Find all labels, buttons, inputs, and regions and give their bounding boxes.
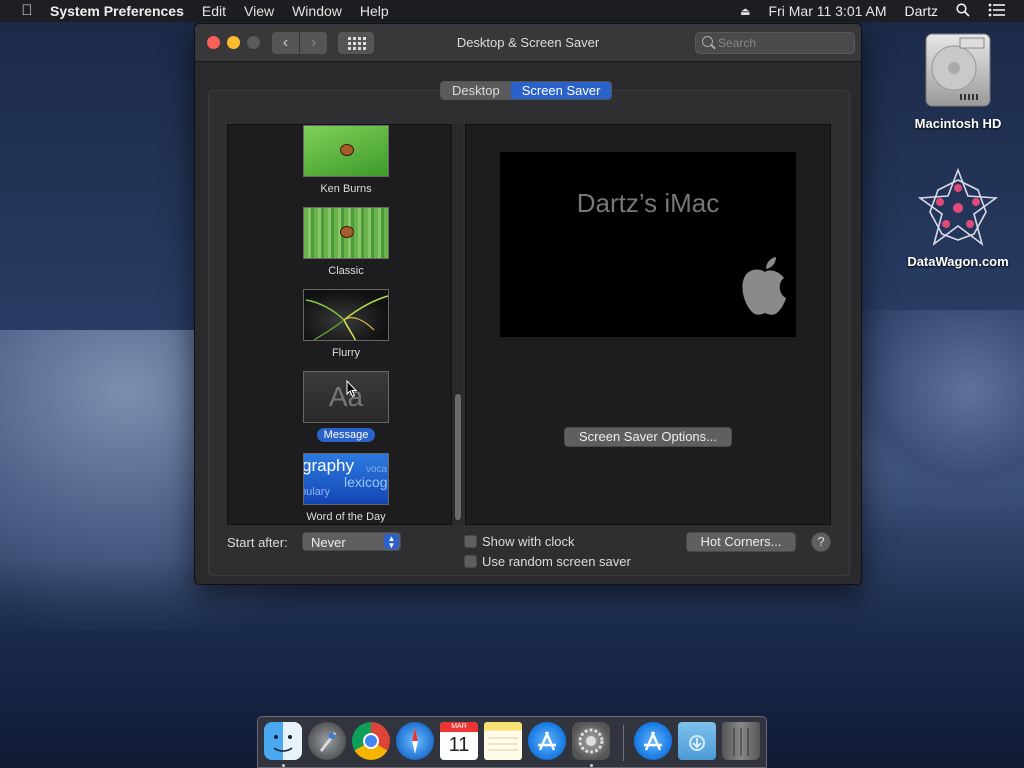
- app-store-icon[interactable]: [528, 722, 566, 760]
- app-store-download-icon[interactable]: [634, 722, 672, 760]
- calendar-day: 11: [448, 734, 470, 756]
- desktop-icon-label: Macintosh HD: [914, 116, 1002, 131]
- calendar-month: MAR: [440, 722, 478, 732]
- chevron-right-icon: ›: [310, 34, 317, 51]
- ken-burns-thumbnail: [303, 125, 389, 177]
- saver-label: Flurry: [331, 347, 361, 359]
- show-all-button[interactable]: [338, 32, 374, 54]
- close-button[interactable]: [207, 36, 220, 49]
- search-input[interactable]: [718, 35, 848, 51]
- hot-corners-button[interactable]: Hot Corners...: [686, 532, 796, 552]
- running-indicator: [590, 764, 593, 767]
- chrome-icon[interactable]: [352, 722, 390, 760]
- launchpad-icon[interactable]: [308, 722, 346, 760]
- preview-message: Dartz’s iMac: [576, 188, 720, 218]
- saver-item-word-of-the-day[interactable]: graphy lexicog bulary voca Word of the D…: [286, 453, 406, 524]
- user-menu[interactable]: Dartz: [905, 3, 938, 19]
- menu-window[interactable]: Window: [292, 3, 342, 19]
- screen-saver-preview: Dartz’s iMac: [500, 152, 796, 337]
- hard-drive-icon: [922, 30, 994, 110]
- minimize-button[interactable]: [227, 36, 240, 49]
- menu-help[interactable]: Help: [360, 3, 389, 19]
- mouse-pointer-icon: [346, 380, 358, 398]
- saver-item-classic[interactable]: Classic: [286, 207, 406, 279]
- start-after-select[interactable]: Never ▲ ▼: [302, 532, 401, 551]
- finder-icon[interactable]: [264, 722, 302, 760]
- geometric-star-icon: [916, 166, 1000, 250]
- saver-item-ken-burns[interactable]: Ken Burns: [286, 125, 406, 197]
- clock[interactable]: Fri Mar 11 3:01 AM: [769, 3, 887, 19]
- tab-control: Desktop Screen Saver: [440, 81, 613, 100]
- tab-screen-saver[interactable]: Screen Saver: [510, 82, 612, 99]
- menu-edit[interactable]: Edit: [202, 3, 226, 19]
- saver-label: Ken Burns: [320, 183, 372, 195]
- menu-bar:  System Preferences Edit View Window He…: [0, 0, 1024, 22]
- dock-separator: [623, 725, 624, 761]
- tab-desktop[interactable]: Desktop: [441, 82, 511, 99]
- classic-thumbnail: [303, 207, 389, 259]
- desktop-icon-label: DataWagon.com: [907, 254, 1009, 269]
- desktop-icon-macintosh-hd[interactable]: Macintosh HD: [898, 30, 1018, 131]
- notification-center-icon[interactable]: [988, 3, 1006, 20]
- eject-icon[interactable]: ⏏: [740, 5, 750, 18]
- list-scrollbar[interactable]: [451, 124, 463, 525]
- screen-saver-options-button[interactable]: Screen Saver Options...: [564, 427, 732, 447]
- window-title: Desktop & Screen Saver: [456, 35, 600, 50]
- saver-label-selected: Message: [316, 428, 376, 442]
- wallpaper-dune-right: [840, 310, 1024, 510]
- title-bar[interactable]: ‹ › Desktop & Screen Saver: [195, 24, 861, 62]
- forward-button[interactable]: ›: [300, 32, 327, 54]
- notes-icon[interactable]: [484, 722, 522, 760]
- help-button[interactable]: ?: [811, 532, 831, 552]
- search-icon: [702, 36, 713, 47]
- zoom-button: [247, 36, 260, 49]
- safari-icon[interactable]: [396, 722, 434, 760]
- menu-app-name[interactable]: System Preferences: [50, 3, 184, 19]
- ladybug-icon: [340, 226, 354, 238]
- menu-bar-status: ⏏ Fri Mar 11 3:01 AM Dartz: [740, 0, 1024, 22]
- running-indicator: [282, 764, 285, 767]
- show-with-clock-checkbox[interactable]: Show with clock: [464, 534, 574, 549]
- trash-icon[interactable]: [722, 722, 760, 760]
- spotlight-icon[interactable]: [956, 2, 970, 20]
- updown-arrows-icon: ▲ ▼: [384, 534, 399, 550]
- calendar-icon[interactable]: MAR 11: [440, 722, 478, 760]
- saver-label: Classic: [328, 265, 364, 277]
- scrollbar-knob[interactable]: [455, 394, 461, 520]
- desktop-icon-datawagon[interactable]: DataWagon.com: [898, 166, 1018, 269]
- saver-item-flurry[interactable]: Flurry: [286, 289, 406, 361]
- word-of-the-day-thumbnail: graphy lexicog bulary voca: [303, 453, 389, 505]
- start-after-value: Never: [311, 535, 346, 550]
- downloads-folder-icon[interactable]: [678, 722, 716, 760]
- back-button[interactable]: ‹: [272, 32, 299, 54]
- random-screen-saver-checkbox[interactable]: Use random screen saver: [464, 554, 631, 569]
- ladybug-icon: [340, 144, 354, 156]
- checkbox-box[interactable]: [464, 535, 477, 548]
- menu-view[interactable]: View: [244, 3, 274, 19]
- saver-label: Word of the Day: [306, 511, 386, 523]
- dock: MAR 11: [257, 716, 767, 768]
- checkbox-box[interactable]: [464, 555, 477, 568]
- system-preferences-icon[interactable]: [572, 722, 610, 760]
- flurry-thumbnail: [303, 289, 389, 341]
- preferences-window: ‹ › Desktop & Screen Saver Desktop Scree…: [194, 23, 862, 585]
- start-after-label: Start after:: [227, 535, 288, 550]
- apple-logo-icon: [742, 257, 786, 315]
- apple-menu-icon[interactable]: : [18, 3, 36, 19]
- chevron-left-icon: ‹: [282, 34, 289, 51]
- search-field[interactable]: [695, 32, 855, 54]
- screen-saver-list[interactable]: Ken Burns Classic Flurry Aa Message grap…: [227, 124, 463, 525]
